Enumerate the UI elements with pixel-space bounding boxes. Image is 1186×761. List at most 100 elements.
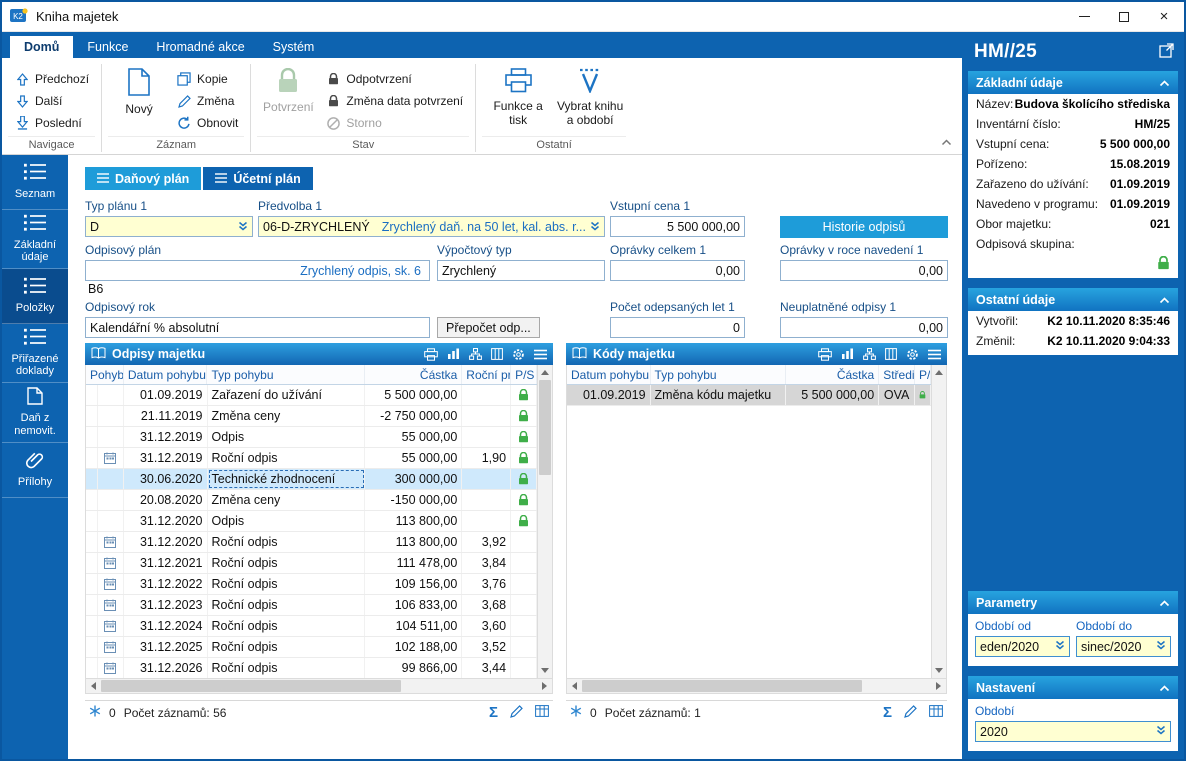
filter-snowflake-icon[interactable] [570,705,582,720]
table-row[interactable]: 31.12.2024 Roční odpis 104 511,00 3,60 [86,616,537,637]
scroll-right-icon[interactable] [931,679,946,693]
column-header-ro-n-pr[interactable]: Roční pr [462,365,512,384]
card-header-ostatni-udaje[interactable]: Ostatní údaje [968,288,1178,311]
settings-gear-icon[interactable] [906,348,919,361]
change-confirm-date-button[interactable]: Změna data potvrzení [319,90,469,112]
tab--etn-pl-n[interactable]: Účetní plán [203,167,313,190]
column-header--stka[interactable]: Částka [786,365,880,384]
prepocet-button[interactable]: Přepočet odp... [437,317,540,338]
horizontal-scrollbar[interactable] [85,679,553,694]
scroll-right-icon[interactable] [537,679,552,693]
historie-odpisu-button[interactable]: Historie odpisů [780,216,948,238]
scroll-down-icon[interactable] [538,663,552,678]
sidebar-item-základní-údaje[interactable]: Základní údaje [2,210,68,269]
table-settings-icon[interactable] [535,705,549,720]
printer-icon[interactable] [818,347,832,361]
sidebar-item-daň-z-nemovit-[interactable]: Daň z nemovit. [2,383,68,443]
settings-gear-icon[interactable] [512,348,525,361]
table-row[interactable]: 01.09.2019 Změna kódu majetku 5 500 000,00… [567,385,931,406]
select-book-period-button[interactable]: Vybrat knihu a období [554,64,626,131]
ribbon-collapse-icon[interactable] [941,134,952,149]
obdobi-od-select[interactable]: eden/2020 [975,636,1070,657]
odpisovy-plan-field[interactable]: Zrychlený odpis, sk. 6 [85,260,430,281]
sidebar-item-přiřazené-doklady[interactable]: Přiřazené doklady [2,324,68,383]
confirm-button[interactable]: Potvrzení [257,64,319,119]
card-header-nastaveni[interactable]: Nastavení [968,676,1178,699]
sum-icon[interactable]: Σ [883,704,892,721]
obdobi-select[interactable]: 2020 [975,721,1171,742]
table-row[interactable]: 31.12.2025 Roční odpis 102 188,00 3,52 [86,637,537,658]
new-button[interactable]: Nový [108,64,170,121]
menu-icon[interactable] [534,349,547,360]
predvolba-select[interactable]: 06-D-ZRYCHLENÝ Zrychlený daň. na 50 let,… [258,216,605,237]
column-header-typ-pohybu[interactable]: Typ pohybu [651,365,786,384]
columns-icon[interactable] [491,348,503,360]
neuplatnene-input[interactable]: 0,00 [780,317,948,338]
table-row[interactable]: 31.12.2020 Odpis 113 800,00 [86,511,537,532]
popout-icon[interactable] [1159,43,1174,61]
pocet-let-input[interactable]: 0 [610,317,745,338]
table-settings-icon[interactable] [929,705,943,720]
ribbon-tab-dom-[interactable]: Domů [10,36,74,58]
table-row[interactable]: 31.12.2023 Roční odpis 106 833,00 3,68 [86,595,537,616]
ribbon-tab-funkce[interactable]: Funkce [73,36,142,58]
pivot-icon[interactable] [469,348,482,360]
printer-icon[interactable] [424,347,438,361]
table-row[interactable]: 31.12.2022 Roční odpis 109 156,00 3,76 [86,574,537,595]
scroll-left-icon[interactable] [567,679,582,693]
sidebar-item-přílohy[interactable]: Přílohy [2,443,68,498]
opravky-celkem-input[interactable]: 0,00 [610,260,745,281]
pivot-icon[interactable] [863,348,876,360]
columns-icon[interactable] [885,348,897,360]
column-header-p-s[interactable]: P/S [511,365,537,384]
table-row[interactable]: 30.06.2020 Technické zhodnocení 300 000,00 [86,469,537,490]
refresh-button[interactable]: Obnovit [170,112,244,134]
table-row[interactable]: 01.09.2019 Zařazení do užívání 5 500 000,0… [86,385,537,406]
column-header-st-edi-[interactable]: Středi: [879,365,916,384]
table-row[interactable]: 31.12.2026 Roční odpis 99 866,00 3,44 [86,658,537,678]
menu-icon[interactable] [928,349,941,360]
copy-button[interactable]: Kopie [170,68,244,90]
edit-pencil-icon[interactable] [904,704,917,721]
column-header-p-s[interactable]: P/S [915,365,931,384]
scroll-up-icon[interactable] [932,365,946,380]
card-header-parametry[interactable]: Parametry [968,591,1178,614]
next-button[interactable]: Další [8,90,95,112]
filter-snowflake-icon[interactable] [89,705,101,720]
chart-icon[interactable] [447,348,460,360]
table-row[interactable]: 20.08.2020 Změna ceny -150 000,00 [86,490,537,511]
opravky-v-roce-input[interactable]: 0,00 [780,260,948,281]
previous-button[interactable]: Předchozí [8,68,95,90]
last-button[interactable]: Poslední [8,112,95,134]
chart-icon[interactable] [841,348,854,360]
column-header-datum-pohybu[interactable]: Datum pohybu [567,365,651,384]
edit-pencil-icon[interactable] [510,704,523,721]
unconfirm-button[interactable]: Odpotvrzení [319,68,469,90]
sidebar-item-seznam[interactable]: Seznam [2,155,68,210]
sum-icon[interactable]: Σ [489,704,498,721]
close-button[interactable]: × [1144,2,1184,31]
ribbon-tab-hromadn-akce[interactable]: Hromadné akce [142,36,258,58]
obdobi-do-select[interactable]: sinec/2020 [1076,636,1171,657]
scroll-down-icon[interactable] [932,663,946,678]
scroll-left-icon[interactable] [86,679,101,693]
table-row[interactable]: 31.12.2019 Odpis 55 000,00 [86,427,537,448]
tab-da-ov-pl-n[interactable]: Daňový plán [85,167,202,190]
odpisovy-rok-field[interactable]: Kalendářní % absolutní [85,317,430,338]
minimize-button[interactable] [1064,2,1104,31]
card-header-zakladni-udaje[interactable]: Základní údaje [968,71,1178,94]
vstupni-cena-input[interactable]: 5 500 000,00 [610,216,745,237]
vertical-scrollbar[interactable] [537,365,552,678]
ribbon-tab-syst-m[interactable]: Systém [259,36,329,58]
table-row[interactable]: 31.12.2021 Roční odpis 111 478,00 3,84 [86,553,537,574]
vypoctovy-typ-field[interactable]: Zrychlený [437,260,605,281]
table-row[interactable]: 31.12.2020 Roční odpis 113 800,00 3,92 [86,532,537,553]
scroll-up-icon[interactable] [538,365,552,380]
functions-print-button[interactable]: Funkce a tisk [482,64,554,131]
column-header-datum-pohybu[interactable]: Datum pohybu [124,365,208,384]
typ-planu-select[interactable]: D [85,216,253,237]
vertical-scrollbar[interactable] [931,365,946,678]
horizontal-scrollbar[interactable] [566,679,947,694]
table-row[interactable]: 21.11.2019 Změna ceny -2 750 000,00 [86,406,537,427]
table-row[interactable]: 31.12.2019 Roční odpis 55 000,00 1,90 [86,448,537,469]
